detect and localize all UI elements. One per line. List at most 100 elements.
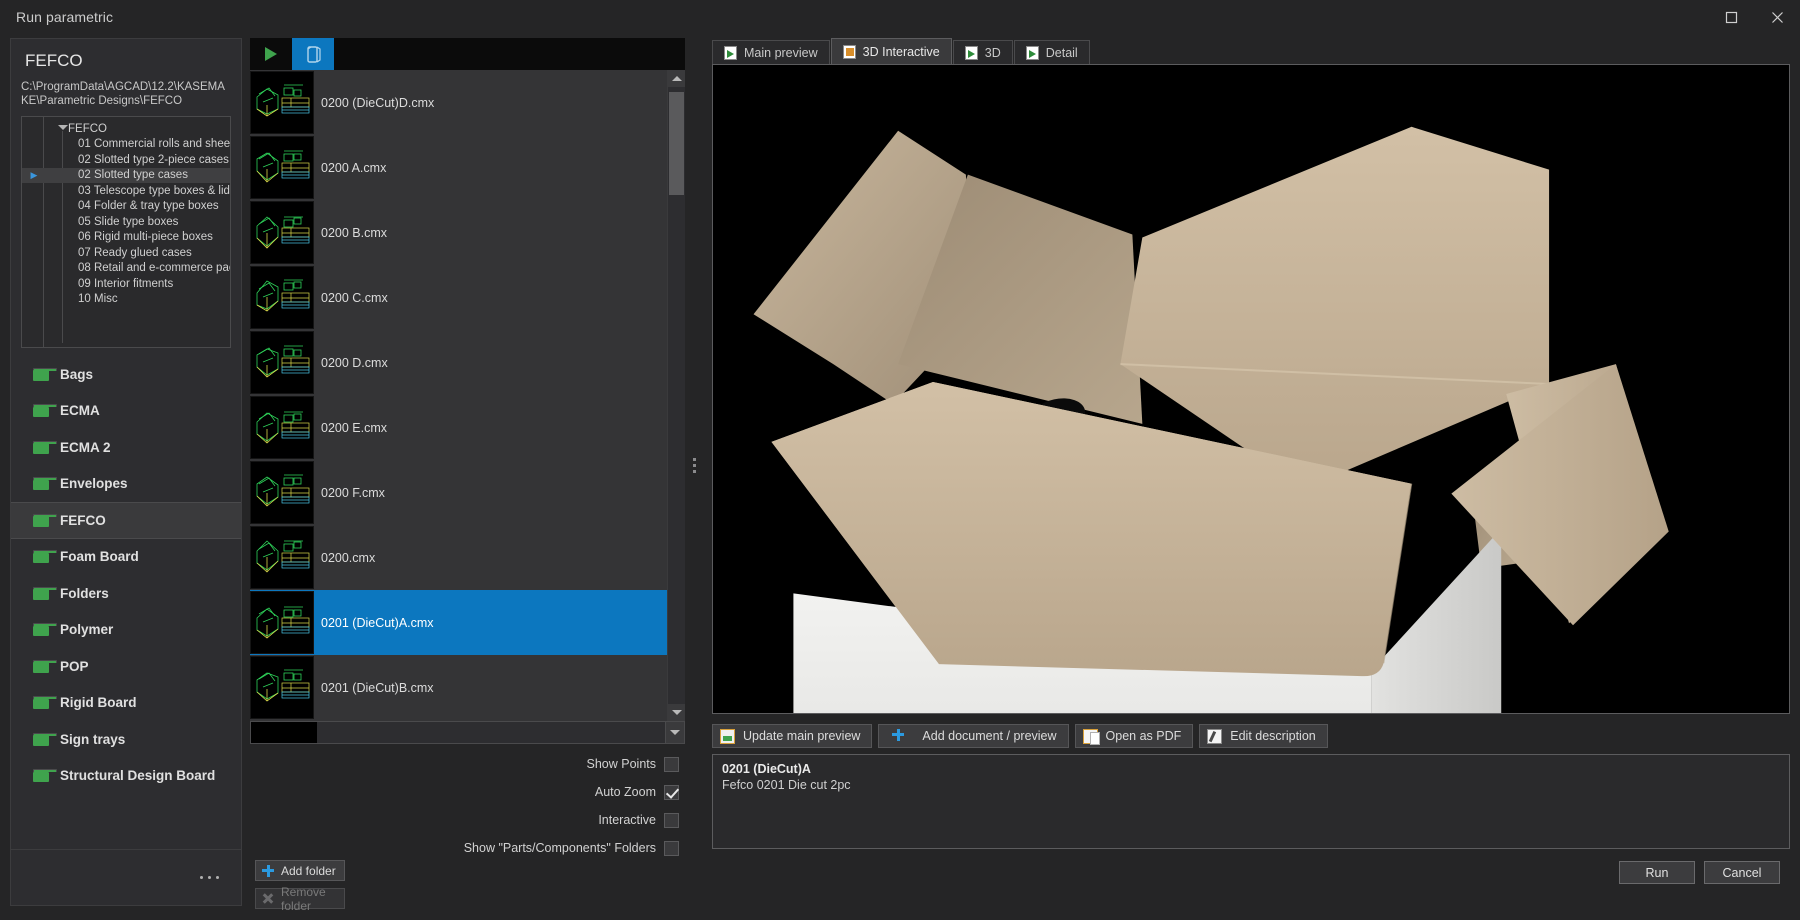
option-checkbox[interactable] (664, 784, 679, 800)
sidebar-item-folders[interactable]: Folders (11, 575, 241, 612)
sidebar-item-bags[interactable]: Bags (11, 356, 241, 393)
combo-dropdown-arrow[interactable] (665, 722, 684, 743)
option-checkbox[interactable] (664, 840, 679, 856)
tree-item-2[interactable]: 02 Slotted type 2-piece cases (22, 152, 230, 168)
folder-actions: Add folder Remove folder (255, 860, 345, 916)
cancel-button[interactable]: Cancel (1704, 861, 1780, 884)
file-list-item[interactable]: 0200.cmx (250, 525, 667, 590)
tree-item-6[interactable]: 05 Slide type boxes (22, 214, 230, 230)
tab-main-preview[interactable]: Main preview (712, 40, 830, 64)
file-list[interactable]: 0200 (DieCut)D.cmx 0200 A.cmx 0200 B.cmx 02… (250, 70, 667, 721)
sidebar-item-envelopes[interactable]: Envelopes (11, 466, 241, 503)
tree-item-label: 05 Slide type boxes (78, 215, 179, 228)
sidebar: FEFCO C:\ProgramData\AGCAD\12.2\KASEMAKE… (10, 38, 242, 906)
category-tree[interactable]: FEFCO 01 Commercial rolls and sheets 02 Sl… (21, 116, 231, 348)
tree-item-5[interactable]: 04 Folder & tray type boxes (22, 199, 230, 215)
description-box[interactable]: 0201 (DieCut)A Fefco 0201 Die cut 2pc (712, 754, 1790, 849)
window-controls (1708, 0, 1800, 34)
open-as-pdf-button[interactable]: Open as PDF (1074, 724, 1194, 748)
ellipsis-icon[interactable] (200, 876, 219, 879)
tree-item-0[interactable]: FEFCO (22, 121, 230, 137)
file-list-item[interactable]: 0201 (DieCut)B.cmx (250, 655, 667, 720)
tree-item-8[interactable]: 07 Ready glued cases (22, 245, 230, 261)
sidebar-item-foam-board[interactable]: Foam Board (11, 539, 241, 576)
tree-item-label: 08 Retail and e-commerce packa... (78, 262, 230, 275)
scroll-down-arrow[interactable] (668, 704, 685, 721)
play-preview-button[interactable] (250, 38, 292, 70)
run-parametric-dialog: Run parametric FEFCO C:\ProgramData\AGCA… (0, 0, 1800, 920)
tab-3d[interactable]: 3D (952, 40, 1013, 64)
file-list-item[interactable]: 0201 (DieCut)A.cmx (250, 590, 667, 655)
chevron-up-icon (671, 76, 682, 81)
cube-view-button[interactable] (292, 38, 334, 70)
folder-icon (33, 477, 57, 491)
option-checkbox[interactable] (664, 812, 679, 828)
3d-viewport[interactable] (712, 64, 1790, 714)
tree-item-11[interactable]: 10 Misc (22, 292, 230, 308)
run-button[interactable]: Run (1619, 861, 1695, 884)
sidebar-item-label: ECMA 2 (60, 439, 111, 455)
file-name-label: 0201 (DieCut)A.cmx (321, 615, 434, 630)
thumbnail-combo[interactable] (250, 721, 685, 744)
edit-description-button[interactable]: Edit description (1199, 724, 1328, 748)
panel-splitter-handle[interactable] (690, 450, 698, 480)
file-list-item[interactable]: 0200 C.cmx (250, 265, 667, 330)
file-thumbnail (250, 71, 314, 134)
sidebar-item-polymer[interactable]: Polymer (11, 612, 241, 649)
preview-tabs: Main preview 3D Interactive 3D Detail (700, 38, 1790, 64)
file-name-label: 0200.cmx (321, 550, 376, 565)
tab-detail[interactable]: Detail (1013, 40, 1090, 64)
file-list-item[interactable]: 0200 F.cmx (250, 460, 667, 525)
sidebar-item-pop[interactable]: POP (11, 648, 241, 685)
file-list-scrollbar[interactable] (667, 70, 685, 721)
folder-icon (33, 513, 57, 527)
close-button[interactable] (1754, 0, 1800, 34)
scrollbar-thumb[interactable] (669, 92, 684, 195)
add-folder-button[interactable]: Add folder (255, 860, 345, 881)
folder-icon (33, 550, 57, 564)
file-list-item[interactable]: 0200 B.cmx (250, 200, 667, 265)
sidebar-footer (11, 849, 241, 905)
file-name-label: 0200 C.cmx (321, 290, 388, 305)
tree-item-label: 09 Interior fitments (78, 277, 174, 290)
add-document-preview-button[interactable]: Add document / preview (878, 724, 1069, 748)
preview-panel: Main preview 3D Interactive 3D Detail Up… (700, 38, 1790, 906)
tab-3d-interactive[interactable]: 3D Interactive (830, 38, 952, 64)
folder-icon (33, 586, 57, 600)
expand-arrow-icon[interactable]: ▶ (28, 170, 40, 180)
folder-icon (33, 440, 57, 454)
sidebar-item-fefco[interactable]: FEFCO (11, 502, 241, 539)
sidebar-item-ecma[interactable]: ECMA (11, 393, 241, 430)
tree-item-4[interactable]: 03 Telescope type boxes & lids (22, 183, 230, 199)
folder-icon (33, 769, 57, 783)
tree-item-10[interactable]: 09 Interior fitments (22, 276, 230, 292)
sidebar-item-rigid-board[interactable]: Rigid Board (11, 685, 241, 722)
sidebar-item-structural-design-board[interactable]: Structural Design Board (11, 758, 241, 795)
sidebar-item-sign-trays[interactable]: Sign trays (11, 721, 241, 758)
scroll-up-arrow[interactable] (668, 70, 685, 87)
edit-pencil-icon (1207, 728, 1223, 744)
file-name-label: 0200 A.cmx (321, 160, 387, 175)
sidebar-item-ecma-2[interactable]: ECMA 2 (11, 429, 241, 466)
update-main-preview-button[interactable]: Update main preview (712, 724, 873, 748)
file-list-item[interactable]: 0200 (DieCut)D.cmx (250, 70, 667, 135)
tree-item-1[interactable]: 01 Commercial rolls and sheets (22, 137, 230, 153)
tree-item-label: 01 Commercial rolls and sheets (78, 138, 230, 151)
collapse-caret-icon[interactable] (58, 125, 68, 130)
tree-item-label: 10 Misc (78, 293, 118, 306)
file-list-item[interactable]: 0200 E.cmx (250, 395, 667, 460)
remove-folder-button[interactable]: Remove folder (255, 885, 345, 913)
tree-item-9[interactable]: 08 Retail and e-commerce packa... (22, 261, 230, 277)
file-name-label: 0201 (DieCut)B.cmx (321, 680, 434, 695)
file-list-item[interactable]: 0200 A.cmx (250, 135, 667, 200)
file-name-label: 0200 (DieCut)D.cmx (321, 95, 435, 110)
tree-item-3[interactable]: ▶ 02 Slotted type cases (22, 167, 230, 183)
maximize-button[interactable] (1708, 0, 1754, 34)
tree-item-label: 04 Folder & tray type boxes (78, 200, 219, 213)
option-label: Show "Parts/Components" Folders (463, 841, 656, 855)
tree-item-7[interactable]: 06 Rigid multi-piece boxes (22, 230, 230, 246)
tree-item-label: 03 Telescope type boxes & lids (78, 184, 230, 197)
option-checkbox[interactable] (664, 756, 679, 772)
file-list-item[interactable]: 0200 D.cmx (250, 330, 667, 395)
file-list-toolbar (250, 38, 685, 70)
